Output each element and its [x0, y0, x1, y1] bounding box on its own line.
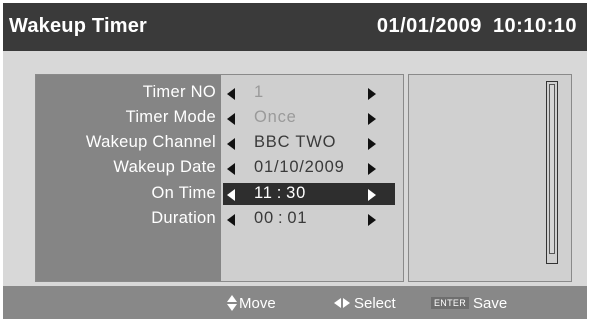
arrow-left-icon[interactable]	[227, 88, 235, 100]
hint-move: Move	[227, 295, 276, 312]
left-right-arrow-icon	[334, 295, 350, 312]
footer-hints: Move Select ENTER Save	[3, 286, 587, 319]
timer-settings-panel: Timer NO 1 Timer Mode Once Wakeup Channe…	[35, 74, 404, 282]
wakeup-date-label: Wakeup Date	[113, 158, 216, 176]
enter-key-icon: ENTER	[431, 297, 470, 309]
arrow-left-icon[interactable]	[227, 138, 235, 150]
wakeup-channel-value: BBC TWO	[254, 133, 337, 151]
row-wakeup-date[interactable]: Wakeup Date 01/10/2009	[36, 157, 403, 180]
duration-value: 00:01	[254, 209, 307, 228]
hint-select: Select	[334, 295, 396, 312]
duration-minutes: 01	[287, 209, 308, 227]
arrow-right-icon[interactable]	[368, 138, 376, 150]
timer-mode-value: Once	[254, 108, 297, 126]
save-label: Save	[473, 295, 508, 312]
row-duration[interactable]: Duration 00:01	[36, 208, 403, 231]
row-timer-mode[interactable]: Timer Mode Once	[36, 107, 403, 130]
arrow-right-icon[interactable]	[368, 113, 376, 125]
scrollbar-thumb[interactable]	[549, 84, 555, 254]
scrollbar[interactable]	[546, 81, 558, 264]
timer-no-value: 1	[254, 83, 264, 101]
wakeup-channel-label: Wakeup Channel	[85, 133, 216, 151]
on-time-minutes: 30	[286, 184, 307, 202]
tv-screen: Wakeup Timer 01/01/2009 10:10:10 Timer NO…	[3, 3, 587, 319]
on-time-hours: 11	[254, 184, 273, 202]
duration-label: Duration	[151, 209, 216, 227]
arrow-left-icon[interactable]	[227, 163, 235, 175]
current-time: 10:10:10	[492, 15, 577, 37]
time-separator: :	[276, 184, 283, 202]
hint-save: ENTER Save	[431, 295, 507, 312]
up-down-arrow-icon	[227, 295, 237, 311]
on-time-value: 11:30	[254, 184, 306, 203]
info-panel	[408, 74, 572, 282]
select-label: Select	[354, 295, 396, 312]
move-label: Move	[239, 295, 276, 312]
title-bar: Wakeup Timer 01/01/2009 10:10:10	[3, 3, 587, 51]
arrow-left-icon[interactable]	[227, 189, 235, 201]
row-on-time[interactable]: On Time 11:30	[36, 183, 403, 206]
current-date: 01/01/2009	[376, 15, 482, 37]
timer-mode-label: Timer Mode	[125, 108, 216, 126]
on-time-label: On Time	[151, 184, 216, 202]
arrow-left-icon[interactable]	[227, 214, 235, 226]
timer-no-label: Timer NO	[142, 83, 216, 101]
arrow-right-icon[interactable]	[368, 214, 376, 226]
wakeup-date-value: 01/10/2009	[254, 158, 345, 176]
page-title: Wakeup Timer	[9, 15, 147, 37]
row-timer-no[interactable]: Timer NO 1	[36, 82, 403, 105]
clock: 01/01/2009 10:10:10	[377, 15, 577, 38]
arrow-right-icon[interactable]	[368, 189, 376, 201]
arrow-right-icon[interactable]	[368, 163, 376, 175]
arrow-left-icon[interactable]	[227, 113, 235, 125]
arrow-right-icon[interactable]	[368, 88, 376, 100]
duration-hours: 00	[254, 209, 274, 227]
row-wakeup-channel[interactable]: Wakeup Channel BBC TWO	[36, 132, 403, 155]
time-separator: :	[277, 209, 284, 227]
